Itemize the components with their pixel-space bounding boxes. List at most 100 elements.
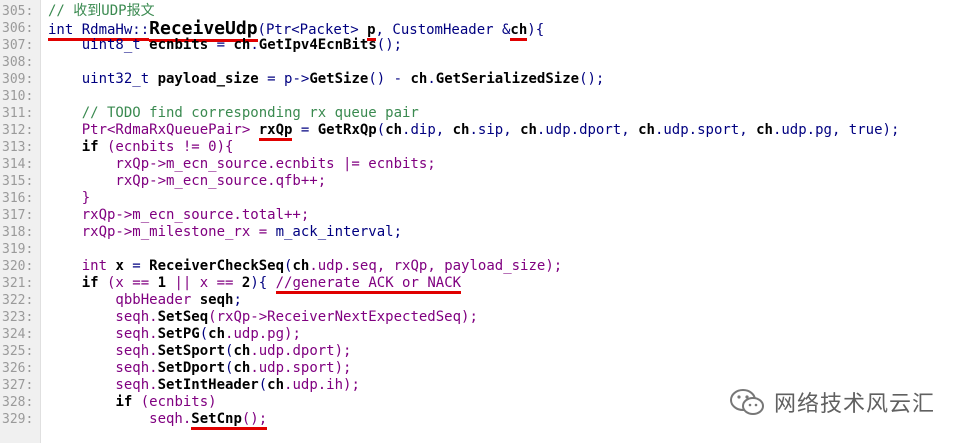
code-token: 1 <box>157 275 167 291</box>
watermark: 网络技术风云汇 <box>728 386 935 418</box>
code-token: GetSize <box>309 71 369 87</box>
code-token: ch <box>756 122 773 138</box>
code-token: (Ptr<Packet> <box>257 22 368 38</box>
code-token: (x == <box>98 275 158 291</box>
code-token: int <box>48 258 116 274</box>
code-token: if <box>115 394 133 410</box>
code-line: 325: seqh.SetSport(ch.udp.dport); <box>0 343 972 360</box>
code-line: 318: rxQp->m_milestone_rx = m_ack_interv… <box>0 224 972 241</box>
code-text: uint32_t payload_size = p->GetSize() - c… <box>48 71 605 88</box>
code-token: } <box>48 190 91 206</box>
code-token: (rxQp->ReceiverNextExpectedSeq); <box>208 309 478 325</box>
code-token: uint32_t <box>48 71 158 87</box>
code-token: . <box>250 37 259 53</box>
line-number: 310: <box>2 89 34 104</box>
line-number: 315: <box>2 174 34 189</box>
code-token: = <box>292 122 318 138</box>
code-token: seqh. <box>48 309 158 325</box>
code-token: (); <box>241 411 268 430</box>
code-token: GetIpv4EcnBits <box>258 37 377 53</box>
line-number: 319: <box>2 242 34 257</box>
code-text: Ptr<RdmaRxQueuePair> rxQp = GetRxQp(ch.d… <box>48 122 900 141</box>
code-text: seqh.SetIntHeader(ch.udp.ih); <box>48 377 360 394</box>
code-token: .udp.seq, rxQp, payload_size); <box>309 258 563 274</box>
code-text: int x = ReceiverCheckSeq(ch.udp.seq, rxQ… <box>48 258 563 275</box>
code-token: SetIntHeader <box>157 377 259 393</box>
code-line: 310: <box>0 88 972 105</box>
code-line: 313: if (ecnbits != 0){ <box>0 139 972 156</box>
code-token: uint8_t <box>48 37 150 53</box>
code-editor[interactable]: 305: // 收到UDP报文 306: int RdmaHw::ReceiveUdp… <box>0 3 972 430</box>
code-text: seqh.SetCnp(); <box>48 411 268 430</box>
code-token: = <box>208 37 234 53</box>
code-token: seqh. <box>48 377 158 393</box>
code-line: 320: int x = ReceiverCheckSeq(ch.udp.seq… <box>0 258 972 275</box>
code-token: ){ <box>527 22 545 38</box>
code-token: ch <box>385 122 403 138</box>
line-number: 312: <box>2 123 34 138</box>
line-number: 320: <box>2 259 34 274</box>
code-token: () - <box>368 71 411 87</box>
code-text: } <box>48 190 90 207</box>
line-number: 325: <box>2 344 34 359</box>
code-line: 324: seqh.SetPG(ch.udp.pg); <box>0 326 972 343</box>
code-token: .udp.ih); <box>284 377 360 393</box>
code-text: // 收到UDP报文 <box>48 3 155 20</box>
code-token: if <box>81 275 99 291</box>
line-number: 326: <box>2 361 34 376</box>
code-text: seqh.SetPG(ch.udp.pg); <box>48 326 301 343</box>
code-token: (ecnbits) <box>132 394 217 410</box>
code-text: // TODO find corresponding rx queue pair <box>48 105 419 122</box>
code-token: ( <box>376 122 386 138</box>
code-token: ch <box>208 326 226 342</box>
line-number: 329: <box>2 412 34 427</box>
code-token: ch <box>292 258 310 274</box>
code-line: 322: qbbHeader seqh; <box>0 292 972 309</box>
code-line: 311: // TODO find corresponding rx queue… <box>0 105 972 122</box>
code-token: SetPG <box>157 326 200 342</box>
code-token: seqh. <box>48 326 158 342</box>
code-token: , CustomHeader & <box>375 22 511 38</box>
code-line: 309: uint32_t payload_size = p->GetSize(… <box>0 71 972 88</box>
code-token: SetSeq <box>157 309 209 325</box>
code-text: rxQp->m_ecn_source.ecnbits |= ecnbits; <box>48 156 435 173</box>
code-text: if (x == 1 || x == 2){ //generate ACK or… <box>48 275 462 294</box>
code-token: ch <box>233 37 251 53</box>
code-text: seqh.SetSport(ch.udp.dport); <box>48 343 351 360</box>
code-token: ; <box>233 292 242 308</box>
code-token: // TODO find corresponding rx queue pair <box>48 105 419 121</box>
code-token: rxQp->m_ecn_source.qfb++; <box>48 173 327 189</box>
code-token: ch <box>452 122 470 138</box>
line-number: 317: <box>2 208 34 223</box>
code-token: .udp.sport, <box>654 122 757 138</box>
code-token: ReceiverCheckSeq <box>149 258 285 274</box>
code-token: SetCnp <box>191 411 242 430</box>
code-token: .udp.pg, true); <box>772 122 900 138</box>
code-token: .udp.pg); <box>225 326 301 342</box>
line-number: 305: <box>2 4 34 19</box>
code-text: if (ecnbits != 0){ <box>48 139 234 156</box>
code-token: .sip, <box>469 122 521 138</box>
line-number: 316: <box>2 191 34 206</box>
code-text: seqh.SetDport(ch.udp.sport); <box>48 360 351 377</box>
code-token: .udp.sport); <box>250 360 352 376</box>
code-line: 314: rxQp->m_ecn_source.ecnbits |= ecnbi… <box>0 156 972 173</box>
code-token: ch <box>233 360 251 376</box>
code-token: (ecnbits != 0){ <box>98 139 234 155</box>
line-number: 313: <box>2 140 34 155</box>
code-line: 316: } <box>0 190 972 207</box>
code-token: ( <box>199 326 209 342</box>
line-number: 307: <box>2 38 34 53</box>
line-number: 308: <box>2 55 34 70</box>
code-line: 323: seqh.SetSeq(rxQp->ReceiverNextExpec… <box>0 309 972 326</box>
code-token: . <box>427 71 436 87</box>
code-token: ch <box>410 71 428 87</box>
code-text: rxQp->m_ecn_source.qfb++; <box>48 173 326 190</box>
code-token: .dip, <box>402 122 453 138</box>
code-token: ch <box>638 122 655 138</box>
code-line: 305: // 收到UDP报文 <box>0 3 972 20</box>
code-token: m_ack_interval; <box>275 224 403 240</box>
code-token: GetSerializedSize <box>435 71 580 87</box>
code-text: rxQp->m_ecn_source.total++; <box>48 207 310 224</box>
